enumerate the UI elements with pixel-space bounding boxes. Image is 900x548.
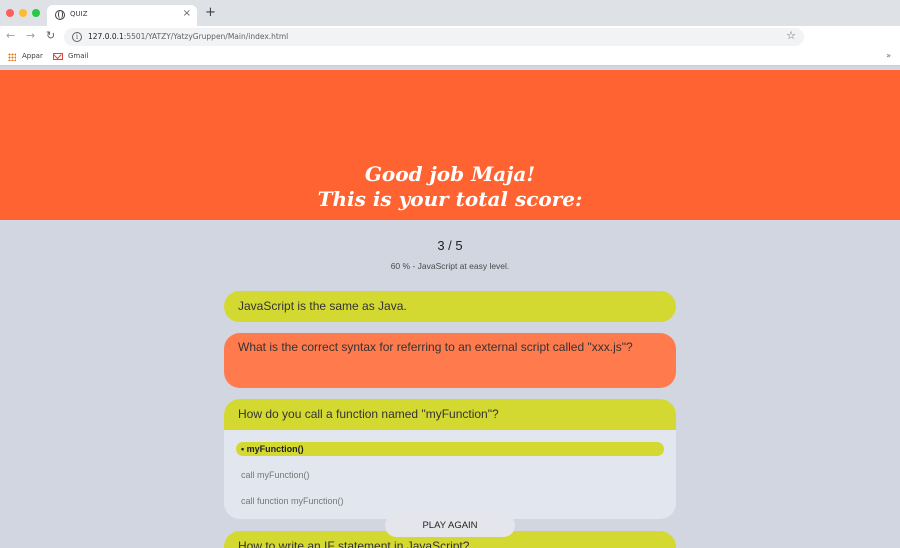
browser-tab[interactable]: QUIZ ×: [47, 5, 197, 26]
result-heading: Good job Maja! This is your total score:: [0, 162, 900, 212]
result-heading-line1: Good job Maja!: [364, 162, 536, 186]
globe-icon: [55, 10, 65, 20]
answer-option-selected: • myFunction(): [236, 442, 664, 456]
bookmark-star-icon[interactable]: ☆: [786, 29, 796, 42]
info-icon[interactable]: i: [72, 32, 82, 42]
score-value: 3 / 5: [437, 238, 463, 253]
result-heading-line2: This is your total score:: [317, 187, 583, 211]
apps-grid-icon[interactable]: [8, 53, 16, 61]
answer-option: call myFunction(): [241, 470, 310, 480]
question-text: How do you call a function named "myFunc…: [238, 407, 499, 421]
close-window-button[interactable]: [6, 9, 14, 17]
question-card-correct[interactable]: JavaScript is the same as Java.: [224, 291, 676, 322]
address-bar[interactable]: i 127.0.0.1:5501/YATZY/YatzyGruppen/Main…: [64, 28, 804, 46]
bookmark-apps[interactable]: Appar: [22, 52, 43, 60]
score-summary: 60 % - JavaScript at easy level.: [390, 261, 510, 271]
question-card-wrong[interactable]: What is the correct syntax for referring…: [224, 333, 676, 388]
new-tab-button[interactable]: +: [205, 6, 216, 20]
close-tab-icon[interactable]: ×: [183, 8, 191, 19]
reload-button[interactable]: ↻: [46, 29, 55, 43]
question-text: JavaScript is the same as Java.: [238, 299, 407, 313]
url-host: 127.0.0.1: [88, 32, 124, 41]
question-header[interactable]: How do you call a function named "myFunc…: [224, 399, 676, 430]
browser-tab-bar: QUIZ × +: [0, 0, 900, 26]
maximize-window-button[interactable]: [32, 9, 40, 17]
bookmark-gmail[interactable]: Gmail: [68, 52, 88, 60]
forward-button[interactable]: →: [26, 29, 35, 43]
question-text: What is the correct syntax for referring…: [238, 340, 633, 354]
question-card-expanded[interactable]: How do you call a function named "myFunc…: [224, 399, 676, 519]
minimize-window-button[interactable]: [19, 9, 27, 17]
url-text[interactable]: 127.0.0.1:5501/YATZY/YatzyGruppen/Main/i…: [88, 32, 288, 41]
result-banner: Good job Maja! This is your total score:: [0, 70, 900, 220]
answer-option: call function myFunction(): [241, 496, 344, 506]
bookmarks-bar: Appar Gmail »: [0, 48, 900, 66]
more-bookmarks-icon[interactable]: »: [886, 51, 891, 60]
gmail-icon[interactable]: [53, 53, 63, 60]
back-button[interactable]: ←: [6, 29, 15, 43]
play-again-button[interactable]: PLAY AGAIN: [385, 514, 515, 537]
tab-title: QUIZ: [70, 10, 88, 18]
browser-toolbar: ← → ↻ i 127.0.0.1:5501/YATZY/YatzyGruppe…: [0, 26, 900, 48]
url-path: :5501/YATZY/YatzyGruppen/Main/index.html: [123, 32, 289, 41]
